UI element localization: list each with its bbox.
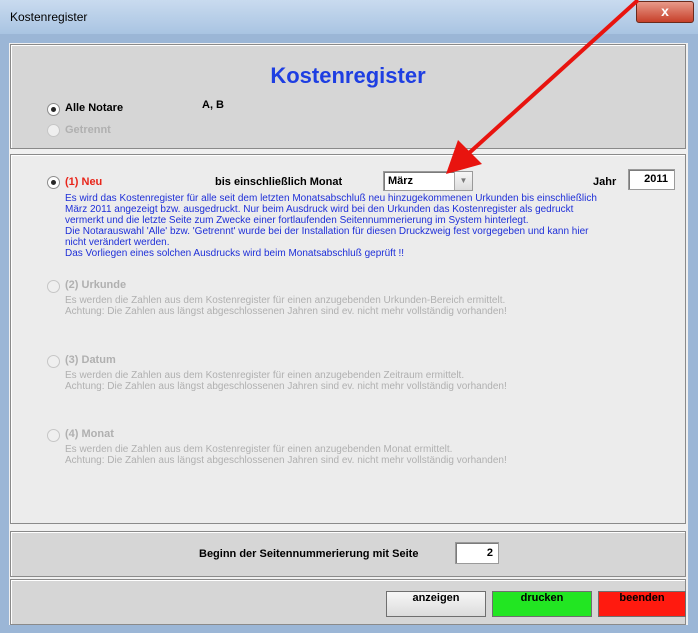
red-arrow-annotation (446, 0, 640, 174)
annotation-arrow-shaft (466, 0, 640, 156)
